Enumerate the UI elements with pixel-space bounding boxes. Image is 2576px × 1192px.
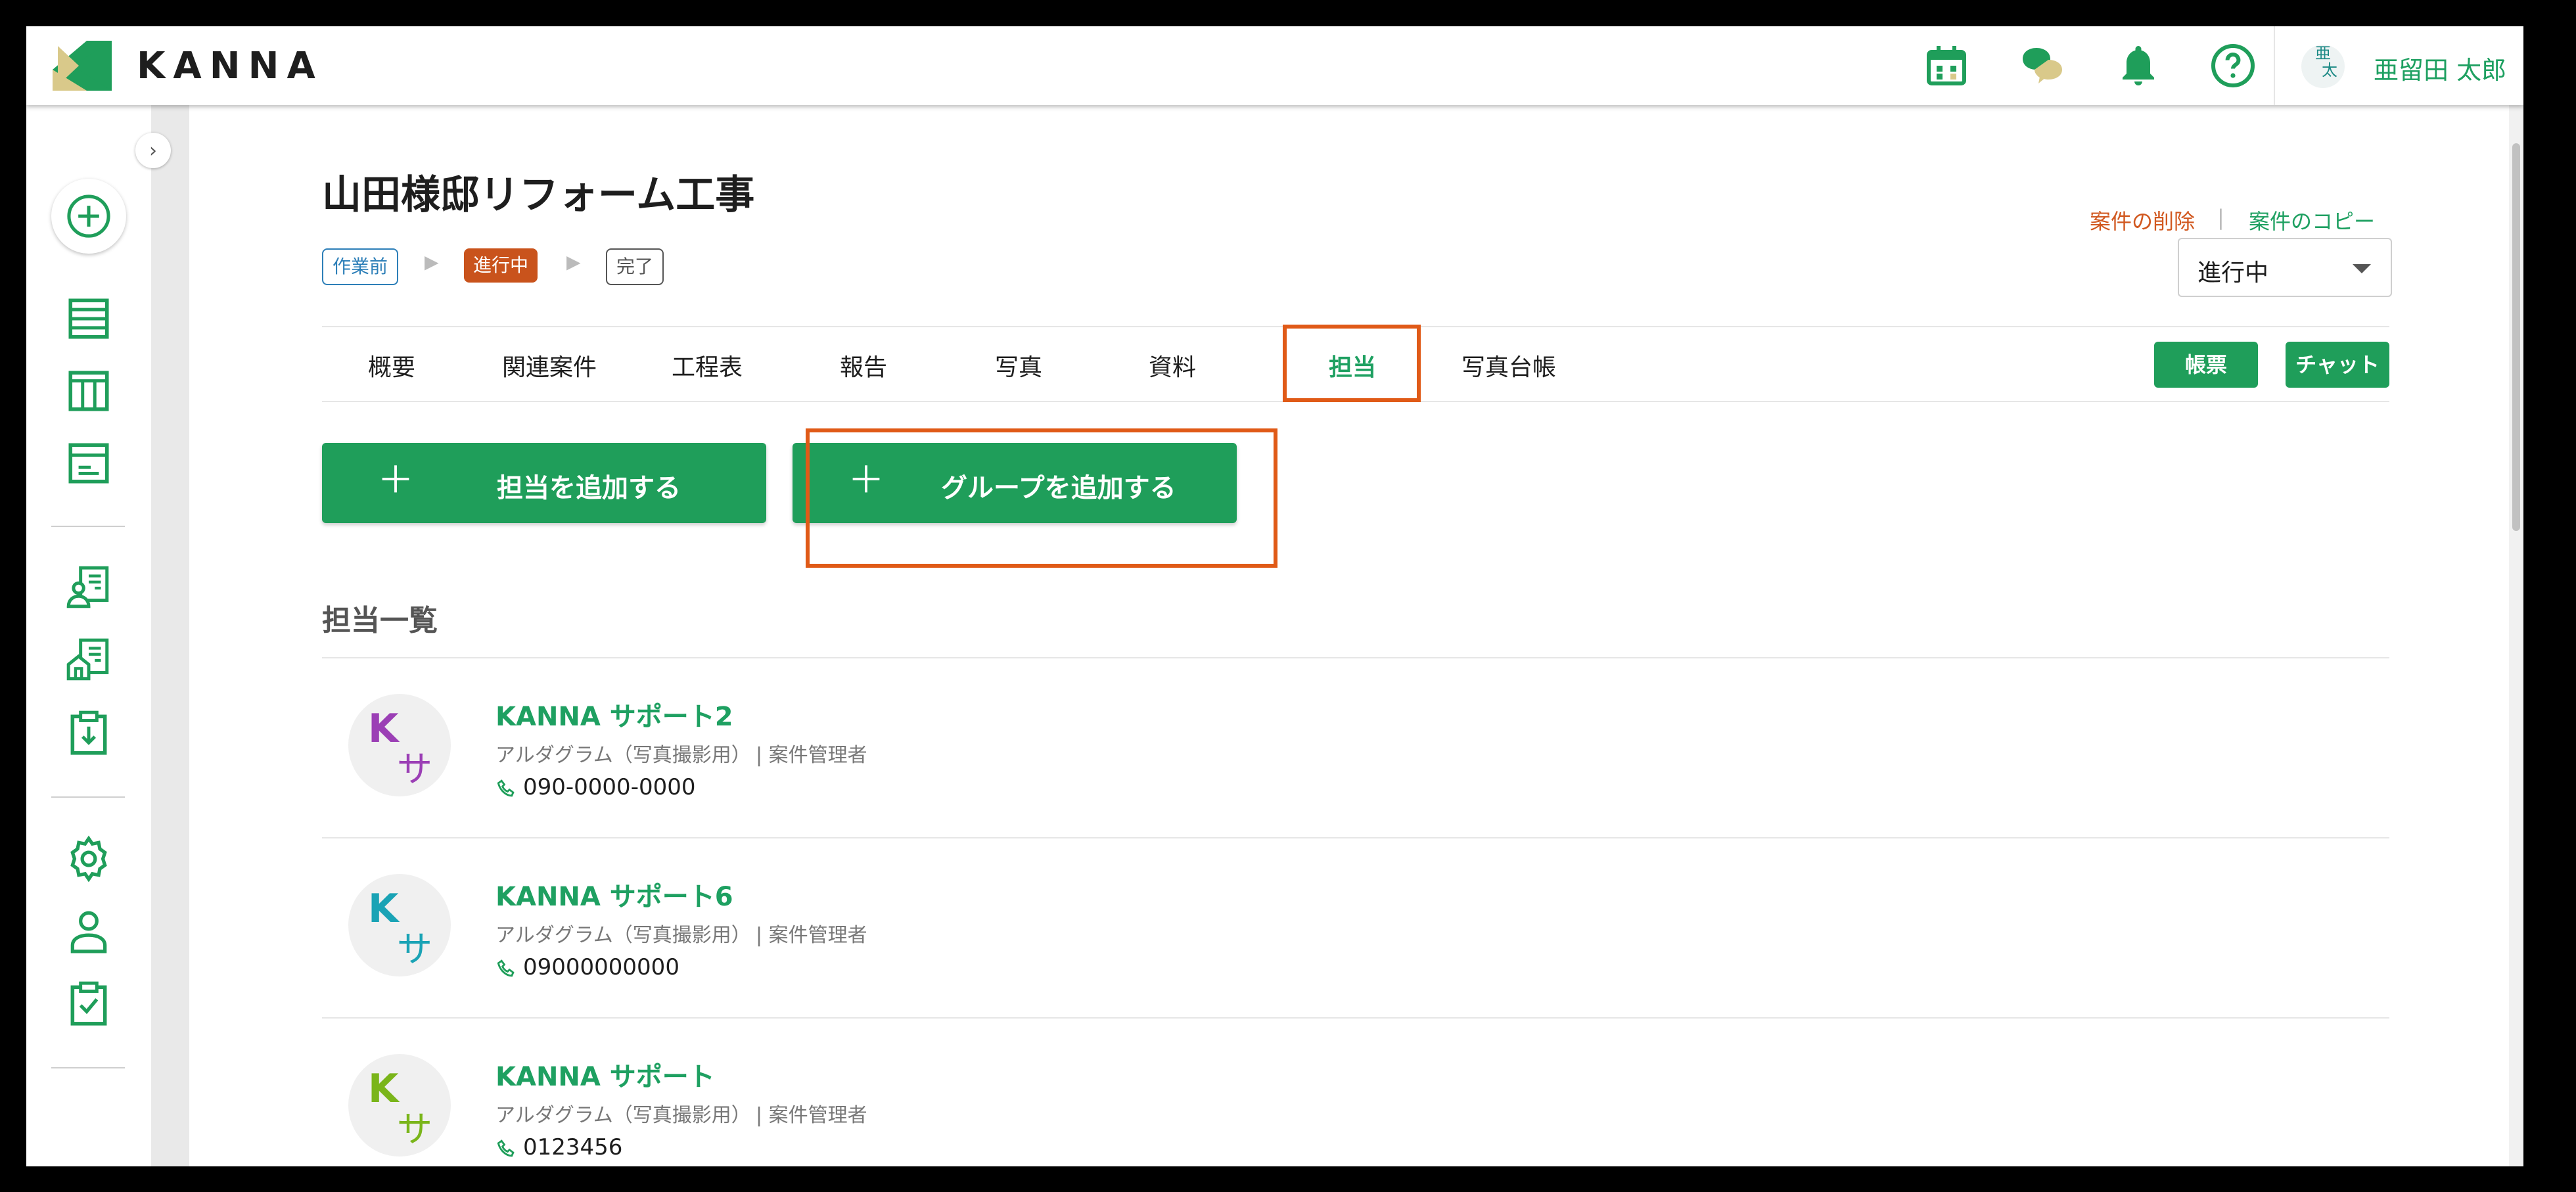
plus-icon: ＋ <box>377 459 414 502</box>
top-bar: KANNA 亜 太 亜留田 太郎 <box>26 26 2523 105</box>
member-phone: 0123456 <box>523 1134 623 1160</box>
kanna-logo-mark-icon <box>53 41 112 91</box>
sidebar-gutter <box>151 105 189 1166</box>
kanna-logo[interactable]: KANNA <box>53 41 323 91</box>
page-title: 山田様邸リフォーム工事 <box>322 172 755 218</box>
calendar-icon[interactable] <box>1921 41 1971 91</box>
user-avatar[interactable]: 亜 太 <box>2301 45 2345 88</box>
add-member-label: 担当を追加する <box>497 473 681 503</box>
member-org: アルダグラム（写真撮影用） <box>495 744 751 767</box>
add-circle-icon <box>67 195 110 238</box>
chat-button[interactable]: チャット <box>2286 342 2389 388</box>
logo-text: KANNA <box>137 44 323 87</box>
member-org: アルダグラム（写真撮影用） <box>495 1104 751 1127</box>
member-org: アルダグラム（写真撮影用） <box>495 924 751 947</box>
person-card-icon[interactable] <box>60 560 117 616</box>
bell-icon[interactable] <box>2113 41 2163 91</box>
status-select[interactable]: 進行中 <box>2178 238 2392 297</box>
avatar-kana: サ <box>397 748 432 790</box>
status-step-pre: 作業前 <box>322 248 399 285</box>
scrollbar-thumb[interactable] <box>2512 143 2520 531</box>
header-divider <box>2274 26 2275 105</box>
member-avatar: K サ <box>348 874 451 976</box>
chat-bubbles-icon[interactable] <box>2017 41 2067 91</box>
avatar-initial: K <box>368 886 399 932</box>
tab-highlight-box <box>1283 325 1421 402</box>
house-card-icon[interactable] <box>60 632 117 689</box>
avatar-bottom-char: 太 <box>2322 61 2337 80</box>
tab-overview[interactable]: 概要 <box>368 348 415 382</box>
caret-down-icon <box>2353 264 2371 273</box>
phone-icon <box>497 779 515 797</box>
user-name[interactable]: 亜留田 太郎 <box>2374 50 2506 86</box>
member-role: | 案件管理者 <box>756 1104 867 1127</box>
status-select-value: 進行中 <box>2197 260 2269 287</box>
document-icon[interactable] <box>60 435 117 492</box>
member-phone: 090-0000-0000 <box>523 774 696 800</box>
person-icon[interactable] <box>60 903 117 959</box>
tab-documents[interactable]: 資料 <box>1149 348 1196 382</box>
phone-icon <box>497 959 515 977</box>
button-highlight-box <box>806 428 1277 568</box>
status-step-done: 完了 <box>606 248 664 285</box>
member-name[interactable]: KANNA サポート2 <box>495 695 733 733</box>
avatar-initial: K <box>368 1066 399 1112</box>
chevron-right-icon: › <box>149 139 157 162</box>
report-button[interactable]: 帳票 <box>2154 342 2258 388</box>
delete-project-link[interactable]: 案件の削除 <box>2090 205 2195 235</box>
avatar-kana: サ <box>397 928 432 970</box>
member-avatar: K サ <box>348 694 451 796</box>
checklist-icon[interactable] <box>60 975 117 1032</box>
member-avatar: K サ <box>348 1054 451 1157</box>
avatar-top-char: 亜 <box>2315 44 2331 62</box>
tab-reports[interactable]: 報告 <box>840 348 887 382</box>
avatar-kana: サ <box>397 1109 432 1150</box>
member-name[interactable]: KANNA サポート6 <box>495 875 733 913</box>
phone-icon <box>497 1139 515 1157</box>
app-window: KANNA 亜 太 亜留田 太郎 › 山田様邸リフォーム工事 作業前 ▶ 進行中… <box>26 26 2523 1166</box>
member-phone: 09000000000 <box>523 954 679 980</box>
link-separator: | <box>2217 205 2224 230</box>
sidebar-divider <box>51 1067 125 1068</box>
sidebar-divider <box>51 796 125 798</box>
add-project-button[interactable] <box>51 179 126 254</box>
download-clipboard-icon[interactable] <box>60 704 117 761</box>
member-row[interactable]: K サ KANNA サポート2 アルダグラム（写真撮影用） | 案件管理者 09… <box>322 658 2389 836</box>
member-row[interactable]: K サ KANNA サポート6 アルダグラム（写真撮影用） | 案件管理者 09… <box>322 838 2389 1016</box>
member-name[interactable]: KANNA サポート <box>495 1055 715 1093</box>
sidebar-divider <box>51 526 125 527</box>
list-icon[interactable] <box>60 290 117 347</box>
sidebar-collapse-button[interactable]: › <box>135 133 171 168</box>
tab-related-projects[interactable]: 関連案件 <box>502 348 597 382</box>
status-arrow-icon: ▶ <box>566 251 581 273</box>
tab-photos[interactable]: 写真 <box>995 348 1042 382</box>
members-section-title: 担当一覧 <box>322 604 438 637</box>
status-arrow-icon: ▶ <box>425 251 439 273</box>
status-step-active: 進行中 <box>464 248 538 283</box>
add-member-button[interactable]: ＋ 担当を追加する <box>322 443 766 523</box>
help-icon[interactable] <box>2208 41 2258 91</box>
member-row[interactable]: K サ KANNA サポート アルダグラム（写真撮影用） | 案件管理者 012… <box>322 1019 2389 1166</box>
member-role: | 案件管理者 <box>756 924 867 947</box>
tab-schedule[interactable]: 工程表 <box>672 348 743 382</box>
avatar-initial: K <box>368 706 399 752</box>
columns-icon[interactable] <box>60 363 117 419</box>
copy-project-link[interactable]: 案件のコピー <box>2249 205 2375 235</box>
tab-photo-ledger[interactable]: 写真台帳 <box>1461 348 1556 382</box>
member-role: | 案件管理者 <box>756 744 867 767</box>
gear-icon[interactable] <box>60 831 117 887</box>
